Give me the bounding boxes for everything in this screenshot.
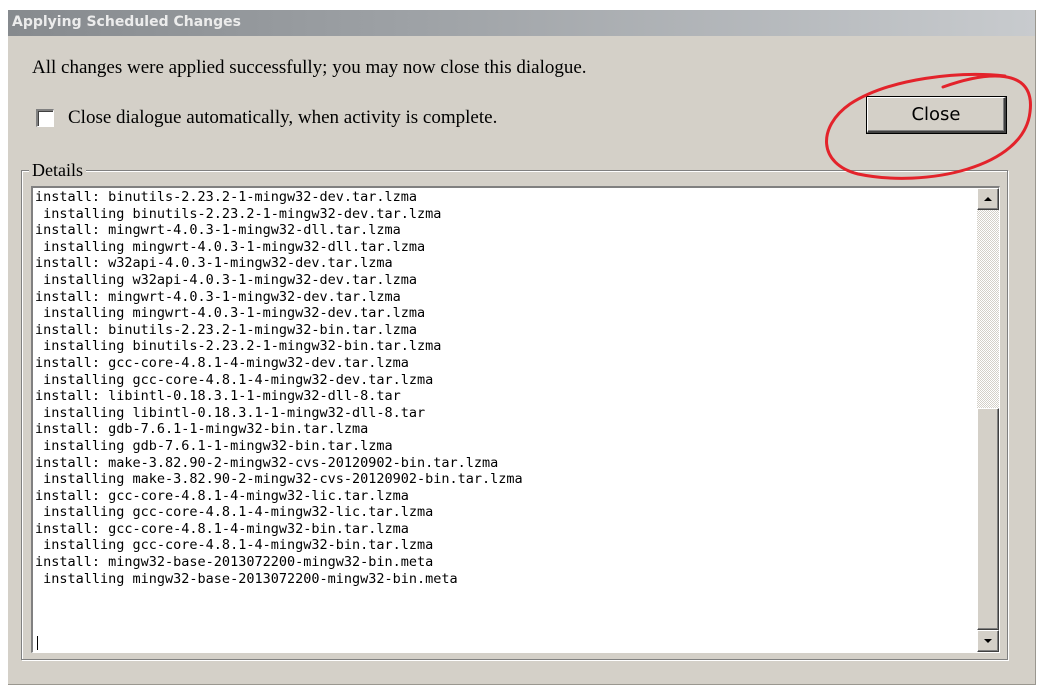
log-line: install: mingwrt-4.0.3-1-mingw32-dev.tar… [35,288,401,305]
log-line: installing mingwrt-4.0.3-1-mingw32-dev.t… [35,305,426,322]
log-line: install: gcc-core-4.8.1-4-mingw32-lic.ta… [35,487,409,504]
scroll-down-arrow-icon [984,639,992,643]
log-line: install: binutils-2.23.2-1-mingw32-bin.t… [35,321,418,338]
title-bar[interactable]: Applying Scheduled Changes [8,10,1035,36]
status-message: All changes were applied successfully; y… [32,57,587,78]
scroll-up-arrow-icon [984,197,992,201]
scroll-thumb[interactable] [977,408,999,630]
log-line: installing binutils-2.23.2-1-mingw32-dev… [35,205,442,222]
log-line: install: gcc-core-4.8.1-4-mingw32-dev.ta… [35,354,409,371]
log-line: installing make-3.82.90-2-mingw32-cvs-20… [35,471,523,488]
vertical-scrollbar[interactable] [977,188,999,652]
log-text: install: binutils-2.23.2-1-mingw32-dev.t… [35,189,975,587]
log-line: install: make-3.82.90-2-mingw32-cvs-2012… [35,454,499,471]
log-line: installing gcc-core-4.8.1-4-mingw32-lic.… [35,504,434,521]
log-line: installing w32api-4.0.3-1-mingw32-dev.ta… [35,271,418,288]
log-line: install: binutils-2.23.2-1-mingw32-dev.t… [35,189,418,205]
log-line: installing mingwrt-4.0.3-1-mingw32-dll.t… [35,238,426,255]
scroll-down-button[interactable] [977,630,999,652]
log-line: installing mingw32-base-2013072200-mingw… [35,570,458,587]
log-line: install: mingwrt-4.0.3-1-mingw32-dll.tar… [35,222,401,239]
log-line: install: w32api-4.0.3-1-mingw32-dev.tar.… [35,255,393,272]
log-line: install: gdb-7.6.1-1-mingw32-bin.tar.lzm… [35,421,369,438]
details-label: Details [29,160,86,181]
details-log[interactable]: install: binutils-2.23.2-1-mingw32-dev.t… [31,186,1000,653]
log-line: installing gdb-7.6.1-1-mingw32-bin.tar.l… [35,437,393,454]
close-button[interactable]: Close [867,97,1006,133]
log-line: install: libintl-0.18.3.1-1-mingw32-dll-… [35,388,401,405]
text-caret [37,636,38,650]
scroll-up-button[interactable] [977,188,999,210]
window-title: Applying Scheduled Changes [12,14,241,30]
log-line: installing gcc-core-4.8.1-4-mingw32-dev.… [35,371,434,388]
auto-close-checkbox[interactable] [36,109,54,127]
log-line: install: mingw32-base-2013072200-mingw32… [35,554,434,571]
log-line: installing libintl-0.18.3.1-1-mingw32-dl… [35,404,426,421]
log-line: installing gcc-core-4.8.1-4-mingw32-bin.… [35,537,434,554]
auto-close-option[interactable]: Close dialogue automatically, when activ… [36,105,497,131]
log-line: installing binutils-2.23.2-1-mingw32-bin… [35,338,442,355]
auto-close-label[interactable]: Close dialogue automatically, when activ… [68,107,497,129]
log-line: install: gcc-core-4.8.1-4-mingw32-bin.ta… [35,520,409,537]
